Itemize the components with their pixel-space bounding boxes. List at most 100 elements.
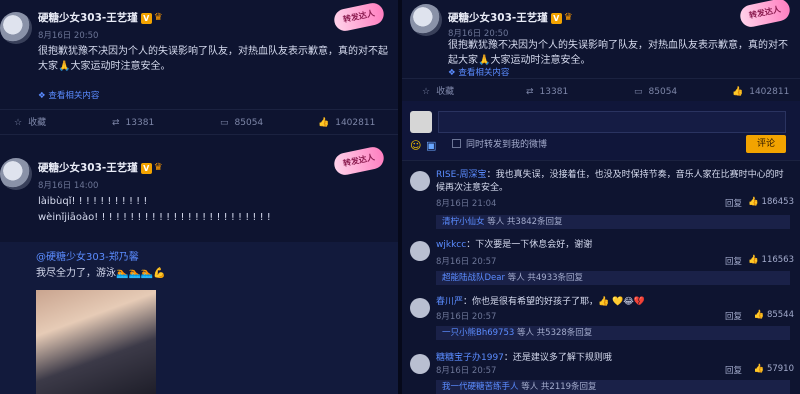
repost-checkbox-label: 同时转发到我的微博 — [466, 140, 548, 150]
related-link[interactable]: ❖ 查看相关内容 — [448, 66, 509, 78]
timestamp[interactable]: 8月16日 20:50 — [38, 29, 98, 41]
username-text[interactable]: 硬糖少女303-王艺瑾 — [448, 12, 548, 24]
sub-reply-name[interactable]: 一只小熊Bh69753 — [442, 328, 514, 338]
comment-like-button[interactable]: 👍 116563 — [748, 255, 794, 265]
comment-like-count: 116563 — [761, 255, 794, 265]
image-icon[interactable]: ▣ — [426, 139, 436, 152]
comment-time: 8月16日 20:57 — [436, 366, 497, 376]
fan-sticker: 转发达人 — [738, 0, 792, 29]
like-count: 1402811 — [335, 118, 376, 128]
comment-time: 8月16日 20:57 — [436, 257, 497, 267]
comment-list-3: 春川严：你也是很有希望的好孩子了耶，👍 💛😂💔 8月16日 20:57 回复 👍… — [402, 292, 800, 350]
commenter-avatar[interactable] — [410, 241, 430, 261]
emoji-icon[interactable]: ☺ — [410, 139, 421, 152]
comment-text: 春川严：你也是很有希望的好孩子了耶，👍 💛😂💔 — [436, 296, 792, 309]
post-text: 很抱歉犹豫不决因为个人的失误影响了队友，对热血队友表示歉意，真的对不起大家🙏大家… — [448, 40, 788, 66]
comment-list-2: wjkkcc：下次要是一下休息会好，谢谢 8月16日 20:57 回复 👍 11… — [402, 235, 800, 293]
sub-replies-summary[interactable]: 我一代硬糖苦练手人 等人 共2119条回复 — [436, 380, 790, 394]
repost-count: 13381 — [539, 87, 569, 97]
fan-sticker: 转发达人 — [332, 1, 386, 33]
sub-reply-count: 等人 共4933条回复 — [507, 273, 584, 283]
left-panel: 硬糖少女303-王艺瑾 V ♛ 转发达人 8月16日 20:50 很抱歉犹豫不决因为… — [0, 0, 398, 394]
comment-item: 糖糖宝子办1997：还是建议多了解下规则哦 8月16日 20:57 回复 👍 5… — [402, 348, 800, 394]
comment-like-count: 85544 — [766, 310, 794, 320]
sub-reply-count: 等人 共3842条回复 — [487, 217, 563, 227]
post-photo[interactable] — [36, 290, 156, 394]
commenter-avatar[interactable] — [410, 298, 430, 318]
repost-checkbox[interactable] — [452, 139, 461, 148]
commenter-name[interactable]: RISE-周深宝 — [436, 170, 487, 180]
comment-body: ：我也真失误，没接着住，也没及时保持节奏，音乐人家在比赛时中心的时候再次注意安全… — [436, 170, 784, 193]
sub-reply-name[interactable]: 超能陆战队Dear — [442, 273, 505, 283]
crown-icon: ♛ — [153, 162, 163, 173]
post-line-2: wèinǐjiāoào! ! ! ! ! ! ! ! ! ! ! ! ! ! !… — [38, 212, 271, 223]
repost-username[interactable]: @硬糖少女303-郑乃馨 — [36, 250, 139, 265]
like-count: 1402811 — [749, 87, 790, 97]
verified-icon: V — [550, 12, 562, 24]
comment-count: 85054 — [648, 87, 678, 97]
commenter-avatar[interactable] — [410, 354, 430, 374]
star-icon: ☆ — [14, 118, 23, 128]
related-link[interactable]: ❖ 查看相关内容 — [38, 89, 99, 101]
sub-replies-summary[interactable]: 一只小熊Bh69753 等人 共5328条回复 — [436, 326, 790, 340]
verified-icon: V — [140, 162, 152, 174]
commenter-avatar[interactable] — [410, 171, 430, 191]
avatar[interactable] — [410, 4, 442, 36]
comment-button[interactable]: ▭ 85054 — [220, 110, 263, 136]
comment-time: 8月16日 20:57 — [436, 312, 497, 322]
comment-composer: ☺ ▣ 同时转发到我的微博 评论 — [402, 101, 800, 161]
action-bar: ☆ 收藏 ⇄ 13381 ▭ 85054 👍 1402811 — [0, 109, 398, 135]
collect-label: 收藏 — [28, 118, 47, 128]
like-button[interactable]: 👍 1402811 — [318, 110, 375, 136]
username[interactable]: 硬糖少女303-王艺瑾 V ♛ — [38, 10, 166, 25]
comment-icon: ▭ — [220, 118, 229, 128]
comment-body: ：下次要是一下休息会好，谢谢 — [466, 240, 593, 250]
submit-comment-button[interactable]: 评论 — [746, 135, 786, 153]
comment-like-count: 186453 — [761, 197, 794, 207]
repost-count: 13381 — [125, 118, 155, 128]
username-text[interactable]: 硬糖少女303-王艺瑾 — [38, 12, 138, 24]
sub-replies-summary[interactable]: 超能陆战队Dear 等人 共4933条回复 — [436, 271, 790, 285]
username-text[interactable]: 硬糖少女303-王艺瑾 — [38, 162, 138, 174]
post-line-1: làibùqǐ! ! ! ! ! ! ! ! ! ! ! — [38, 196, 148, 207]
sub-reply-name[interactable]: 我一代硬糖苦练手人 — [442, 382, 519, 392]
fan-sticker: 转发达人 — [332, 145, 386, 177]
comment-count: 85054 — [234, 118, 264, 128]
reply-button[interactable]: 回复 — [725, 364, 742, 376]
comment-text: wjkkcc：下次要是一下休息会好，谢谢 — [436, 239, 792, 252]
commenter-name[interactable]: 糖糖宝子办1997 — [436, 353, 504, 363]
post-text: 很抱歉犹豫不决因为个人的失误影响了队友，对热血队友表示歉意，真的对不起大家🙏大家… — [38, 46, 388, 72]
sub-reply-count: 等人 共5328条回复 — [516, 328, 593, 338]
verified-icon: V — [140, 12, 152, 24]
comment-like-button[interactable]: 👍 186453 — [748, 197, 794, 207]
comment-item: 春川严：你也是很有希望的好孩子了耶，👍 💛😂💔 8月16日 20:57 回复 👍… — [402, 292, 800, 350]
sub-reply-name[interactable]: 清柠小仙女 — [442, 217, 485, 227]
username[interactable]: 硬糖少女303-王艺瑾 V ♛ — [448, 10, 576, 25]
username[interactable]: 硬糖少女303-王艺瑾 V ♛ — [38, 160, 166, 175]
my-avatar — [410, 111, 432, 133]
comment-like-count: 57910 — [766, 364, 794, 374]
comment-input[interactable] — [438, 111, 786, 133]
comment-text: RISE-周深宝：我也真失误，没接着住，也没及时保持节奏，音乐人家在比赛时中心的… — [436, 169, 792, 195]
comment-list: RISE-周深宝：我也真失误，没接着住，也没及时保持节奏，音乐人家在比赛时中心的… — [402, 165, 800, 229]
crown-icon: ♛ — [153, 12, 163, 23]
right-panel: 硬糖少女303-王艺瑾 V ♛ 转发达人 8月16日 20:50 很抱歉犹豫不决因为… — [402, 0, 800, 394]
avatar[interactable] — [0, 12, 32, 44]
collect-button[interactable]: ☆ 收藏 — [14, 110, 46, 136]
sub-reply-count: 等人 共2119条回复 — [521, 382, 597, 392]
comment-item: wjkkcc：下次要是一下休息会好，谢谢 8月16日 20:57 回复 👍 11… — [402, 235, 800, 293]
comment-like-button[interactable]: 👍 85544 — [754, 310, 794, 320]
commenter-name[interactable]: 春川严 — [436, 297, 463, 307]
commenter-name[interactable]: wjkkcc — [436, 240, 466, 250]
repost-card[interactable]: @硬糖少女303-郑乃馨 我尽全力了，游泳🏊🏊🏊💪 — [0, 242, 398, 394]
sub-replies-summary[interactable]: 清柠小仙女 等人 共3842条回复 — [436, 215, 790, 229]
comment-item: RISE-周深宝：我也真失误，没接着住，也没及时保持节奏，音乐人家在比赛时中心的… — [402, 165, 800, 229]
reply-button[interactable]: 回复 — [725, 255, 742, 267]
reply-button[interactable]: 回复 — [725, 197, 742, 209]
avatar[interactable] — [0, 158, 32, 190]
repost-button[interactable]: ⇄ 13381 — [112, 110, 154, 136]
repost-icon: ⇄ — [112, 118, 120, 128]
timestamp[interactable]: 8月16日 14:00 — [38, 179, 98, 191]
reply-button[interactable]: 回复 — [725, 310, 742, 322]
comment-like-button[interactable]: 👍 57910 — [754, 364, 794, 374]
